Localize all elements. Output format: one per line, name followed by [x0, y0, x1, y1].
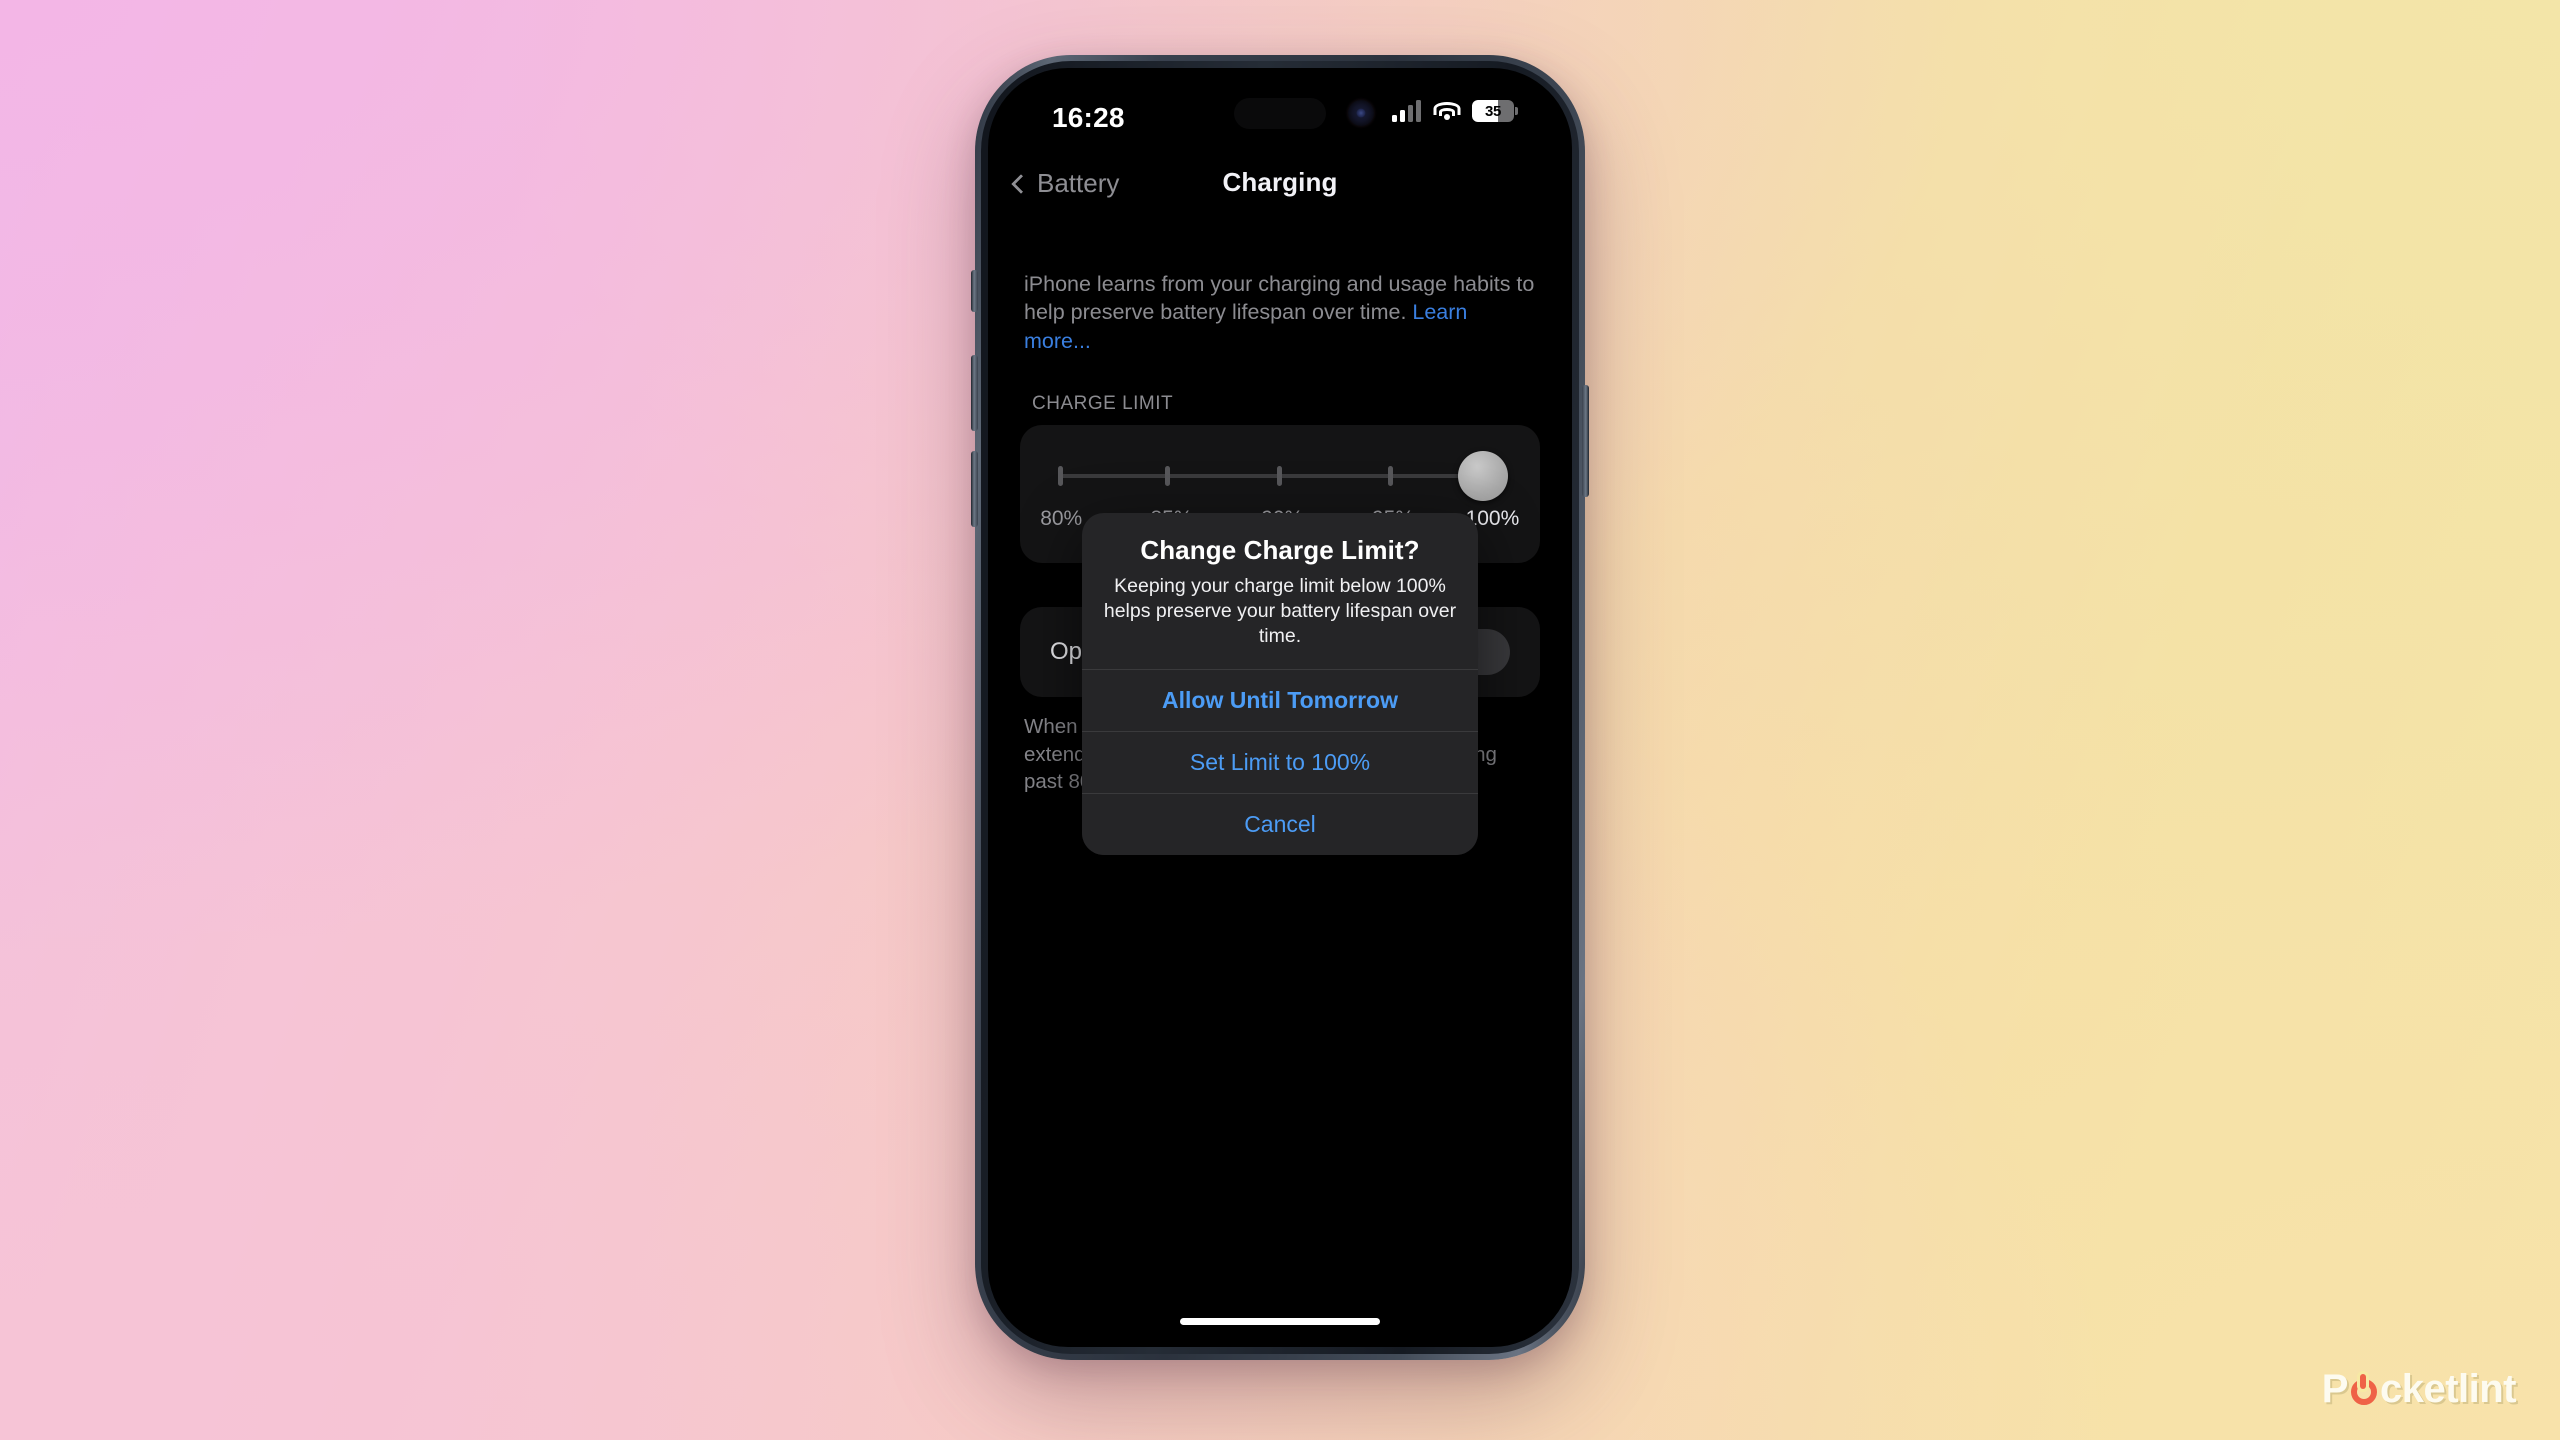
volume-down-button[interactable]	[971, 451, 978, 527]
power-button[interactable]	[1582, 385, 1589, 497]
alert-title: Change Charge Limit?	[1140, 535, 1420, 565]
iphone-device: 16:28 35 Battery Charging iPhone learns …	[971, 55, 1589, 1360]
power-icon	[2349, 1373, 2379, 1405]
alert-overlay: Change Charge Limit? Keeping your charge…	[988, 68, 1572, 1347]
volume-up-button[interactable]	[971, 355, 978, 431]
action-button[interactable]	[971, 270, 978, 312]
watermark-prefix: P	[2321, 1367, 2349, 1411]
cancel-button[interactable]: Cancel	[1082, 792, 1478, 855]
home-indicator[interactable]	[1180, 1318, 1380, 1325]
battery-percent-label: 35	[1484, 102, 1502, 120]
phone-screen: 16:28 35 Battery Charging iPhone learns …	[988, 68, 1572, 1347]
watermark-suffix: cketlint	[2379, 1367, 2517, 1411]
change-charge-limit-alert: Change Charge Limit? Keeping your charge…	[1082, 513, 1478, 855]
allow-until-tomorrow-button[interactable]: Allow Until Tomorrow	[1082, 668, 1478, 731]
pocketlint-watermark: P cketlint	[2321, 1367, 2517, 1412]
device-frame: 16:28 35 Battery Charging iPhone learns …	[971, 55, 1589, 1360]
battery-icon: 35	[1472, 100, 1518, 122]
alert-message: Keeping your charge limit below 100% hel…	[1103, 575, 1457, 647]
alert-header: Change Charge Limit? Keeping your charge…	[1082, 513, 1478, 669]
set-limit-to-100-button[interactable]: Set Limit to 100%	[1082, 730, 1478, 793]
